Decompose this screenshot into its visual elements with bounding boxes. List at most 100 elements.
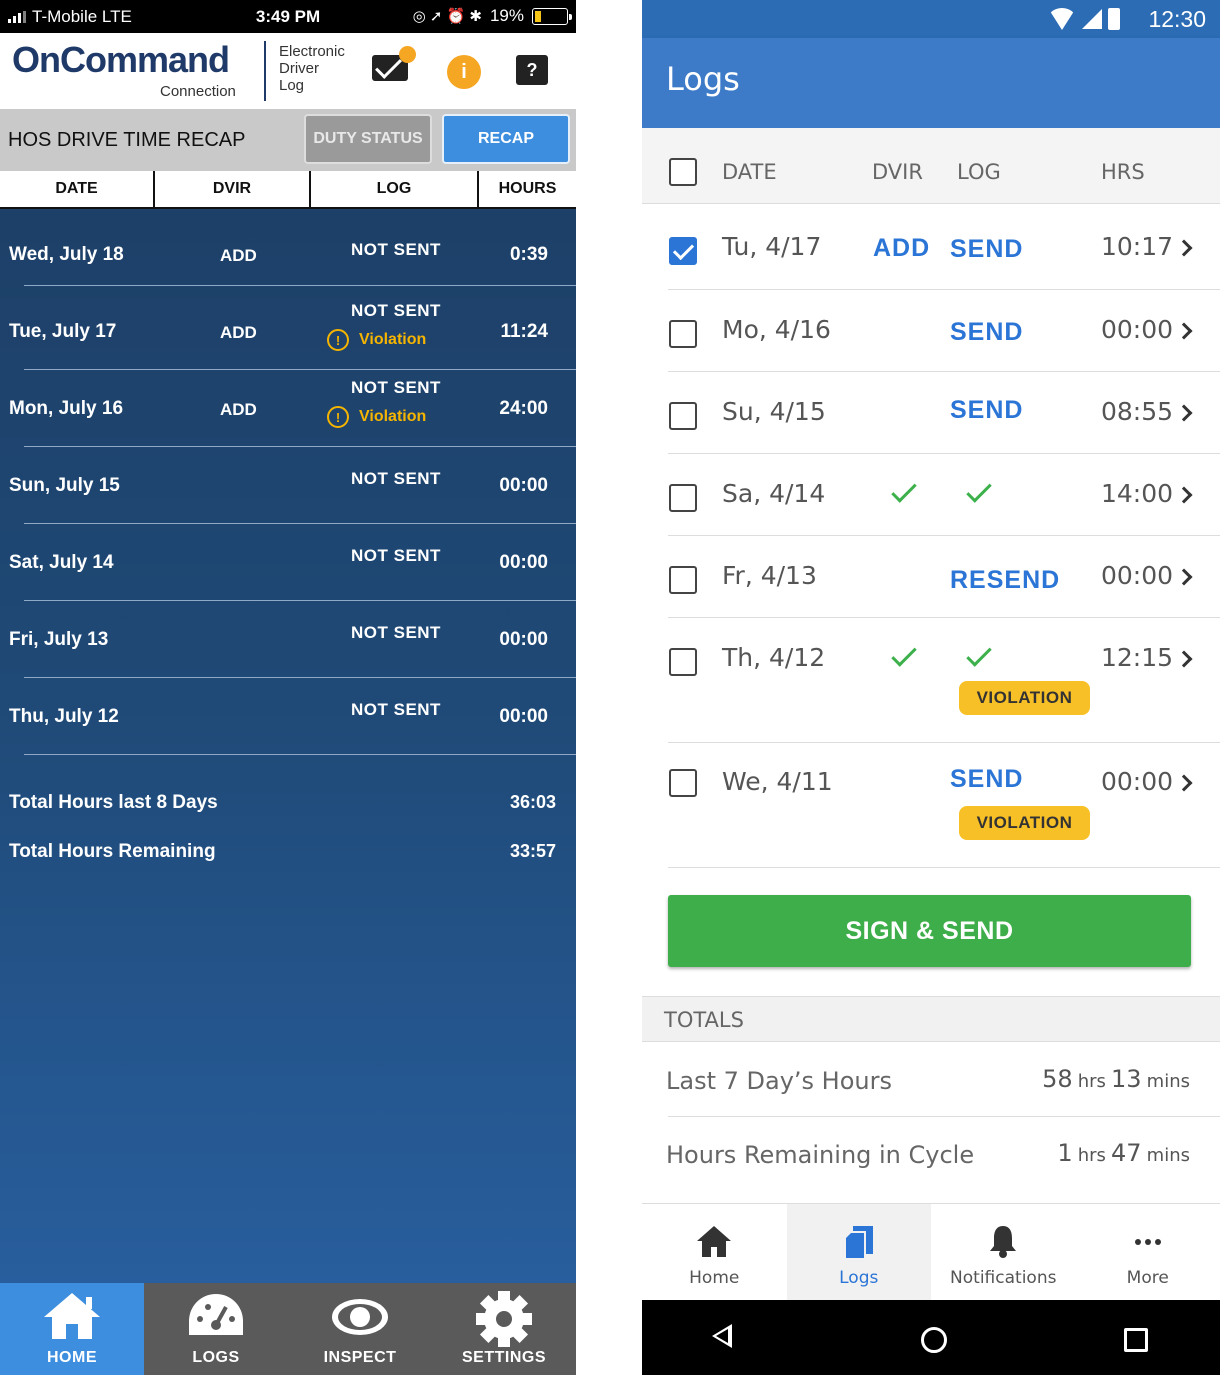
row-checkbox[interactable] [669, 484, 697, 512]
dvir-add-link[interactable]: ADD [220, 323, 257, 343]
table-row[interactable]: Sat, July 14 NOT SENT 00:00 [0, 524, 576, 601]
table-row[interactable]: Sun, July 15 NOT SENT 00:00 [0, 447, 576, 524]
total-remaining-label: Total Hours Remaining [9, 841, 216, 862]
help-icon[interactable]: ? [516, 55, 548, 85]
col-hours: HOURS [498, 180, 557, 197]
table-row[interactable]: Su, 4/15 SEND 08:55 [642, 372, 1220, 454]
nav-notifications[interactable]: Notifications [931, 1204, 1076, 1300]
log-check-icon [966, 641, 992, 667]
status-icons: ◎ ➚ ⏰ ✱ [412, 8, 482, 25]
recap-bar: HOS DRIVE TIME RECAP DUTY STATUS RECAP [0, 109, 576, 171]
row-checkbox[interactable] [669, 648, 697, 676]
eye-icon [332, 1299, 388, 1335]
status-time: 12:30 [1148, 6, 1206, 32]
nav-home[interactable]: Home [642, 1204, 787, 1300]
duty-status-button[interactable]: DUTY STATUS [304, 114, 432, 164]
violation-badge: VIOLATION [959, 681, 1090, 715]
warning-icon: ! [327, 406, 349, 428]
table-header: DATE DVIR LOG HRS [642, 128, 1220, 204]
tab-settings[interactable]: SETTINGS [432, 1283, 576, 1375]
android-system-nav [642, 1300, 1220, 1375]
table-row[interactable]: Fri, July 13 NOT SENT 00:00 [0, 601, 576, 678]
tab-home[interactable]: HOME [0, 1283, 144, 1375]
page-title: HOS DRIVE TIME RECAP [8, 129, 246, 151]
table-row[interactable]: Mo, 4/16 SEND 00:00 [642, 290, 1220, 372]
chevron-right-icon[interactable] [1175, 404, 1193, 422]
chevron-right-icon[interactable] [1175, 568, 1193, 586]
table-row[interactable]: Fr, 4/13 RESEND 00:00 [642, 536, 1220, 618]
recents-icon[interactable] [1124, 1328, 1148, 1352]
logs-icon [843, 1226, 873, 1260]
table-row[interactable]: Tue, July 17 ADD NOT SENT ! Violation 11:… [0, 293, 576, 370]
android-status-bar: 12:30 [642, 0, 1220, 38]
app-bar: Logs [642, 38, 1220, 128]
unread-dot [399, 46, 416, 63]
totals-header: TOTALS [642, 996, 1220, 1042]
gear-icon [476, 1291, 532, 1347]
chevron-right-icon[interactable] [1175, 322, 1193, 340]
send-link[interactable]: SEND [950, 765, 1023, 794]
send-link[interactable]: SEND [950, 235, 1023, 264]
table-row[interactable]: We, 4/11 SEND 00:00 VIOLATION [642, 743, 1220, 868]
log-check-icon [966, 477, 992, 503]
back-icon[interactable] [712, 1324, 732, 1348]
table-row[interactable]: Wed, July 18 ADD NOT SENT 0:39 [0, 209, 576, 286]
chevron-right-icon[interactable] [1175, 774, 1193, 792]
battery-percent: 19% [489, 6, 524, 25]
info-icon[interactable]: i [447, 55, 481, 89]
left-phone-screen: T-Mobile LTE 3:49 PM ◎ ➚ ⏰ ✱ 19% OnComma… [0, 0, 576, 1375]
sign-send-button[interactable]: SIGN & SEND [668, 895, 1191, 967]
row-checkbox[interactable] [669, 237, 697, 265]
bell-icon [990, 1226, 1017, 1258]
app-header: OnCommand Connection Electronic Driver L… [0, 33, 576, 109]
table-row[interactable]: Sa, 4/14 14:00 [642, 454, 1220, 536]
table-header: DATE DVIR LOG HOURS [0, 171, 576, 209]
bottom-tab-bar: HOME LOGS INSPECT SETTINGS [0, 1283, 576, 1375]
table-row[interactable]: Mon, July 16 ADD NOT SENT ! Violation 24:… [0, 370, 576, 447]
recap-list: Wed, July 18 ADD NOT SENT 0:39 Tue, July… [0, 209, 576, 1283]
dvir-add-link[interactable]: ADD [873, 234, 930, 263]
col-date: DATE [0, 171, 155, 207]
nav-logs[interactable]: Logs [786, 1204, 931, 1300]
dvir-add-link[interactable]: ADD [220, 400, 257, 420]
chevron-right-icon[interactable] [1175, 486, 1193, 504]
warning-icon: ! [327, 329, 349, 351]
col-date: DATE [722, 160, 777, 184]
battery-icon [1108, 8, 1120, 30]
table-row[interactable]: Th, 4/12 12:15 VIOLATION [642, 618, 1220, 743]
col-log: LOG [957, 160, 1001, 184]
right-phone-screen: 12:30 Logs DATE DVIR LOG HRS Tu, 4/17 AD… [642, 0, 1220, 1375]
dvir-add-link[interactable]: ADD [220, 246, 257, 266]
recap-button[interactable]: RECAP [442, 114, 570, 164]
nav-more[interactable]: More [1076, 1204, 1220, 1300]
edl-label: Electronic Driver Log [279, 43, 345, 94]
gauge-icon [189, 1294, 243, 1335]
total-row: Last 7 Day’s Hours 58 hrs 13 mins [642, 1043, 1220, 1117]
chevron-right-icon[interactable] [1175, 650, 1193, 668]
row-checkbox[interactable] [669, 320, 697, 348]
send-link[interactable]: SEND [950, 396, 1023, 425]
row-checkbox[interactable] [669, 769, 697, 797]
violation-badge: VIOLATION [959, 806, 1090, 840]
tab-inspect[interactable]: INSPECT [288, 1283, 432, 1375]
send-link[interactable]: SEND [950, 318, 1023, 347]
chevron-right-icon[interactable] [1175, 239, 1193, 257]
col-dvir: DVIR [155, 171, 311, 207]
row-checkbox[interactable] [669, 566, 697, 594]
mail-icon[interactable] [372, 46, 416, 81]
home-circle-icon[interactable] [921, 1327, 947, 1353]
violation-indicator: ! Violation [327, 329, 426, 351]
ios-status-bar: T-Mobile LTE 3:49 PM ◎ ➚ ⏰ ✱ 19% [0, 0, 576, 33]
table-row[interactable]: Tu, 4/17 ADD SEND 10:17 [642, 204, 1220, 290]
dvir-check-icon [891, 477, 917, 503]
resend-link[interactable]: RESEND [950, 566, 1060, 595]
total-8-days-value: 36:03 [509, 792, 556, 812]
home-icon [44, 1293, 100, 1339]
tab-logs[interactable]: LOGS [144, 1283, 288, 1375]
select-all-checkbox[interactable] [669, 158, 697, 186]
home-icon [697, 1226, 732, 1257]
wifi-icon [1048, 8, 1076, 30]
table-row[interactable]: Thu, July 12 NOT SENT 00:00 [0, 678, 576, 755]
row-checkbox[interactable] [669, 402, 697, 430]
cell-signal-icon [1082, 9, 1102, 29]
